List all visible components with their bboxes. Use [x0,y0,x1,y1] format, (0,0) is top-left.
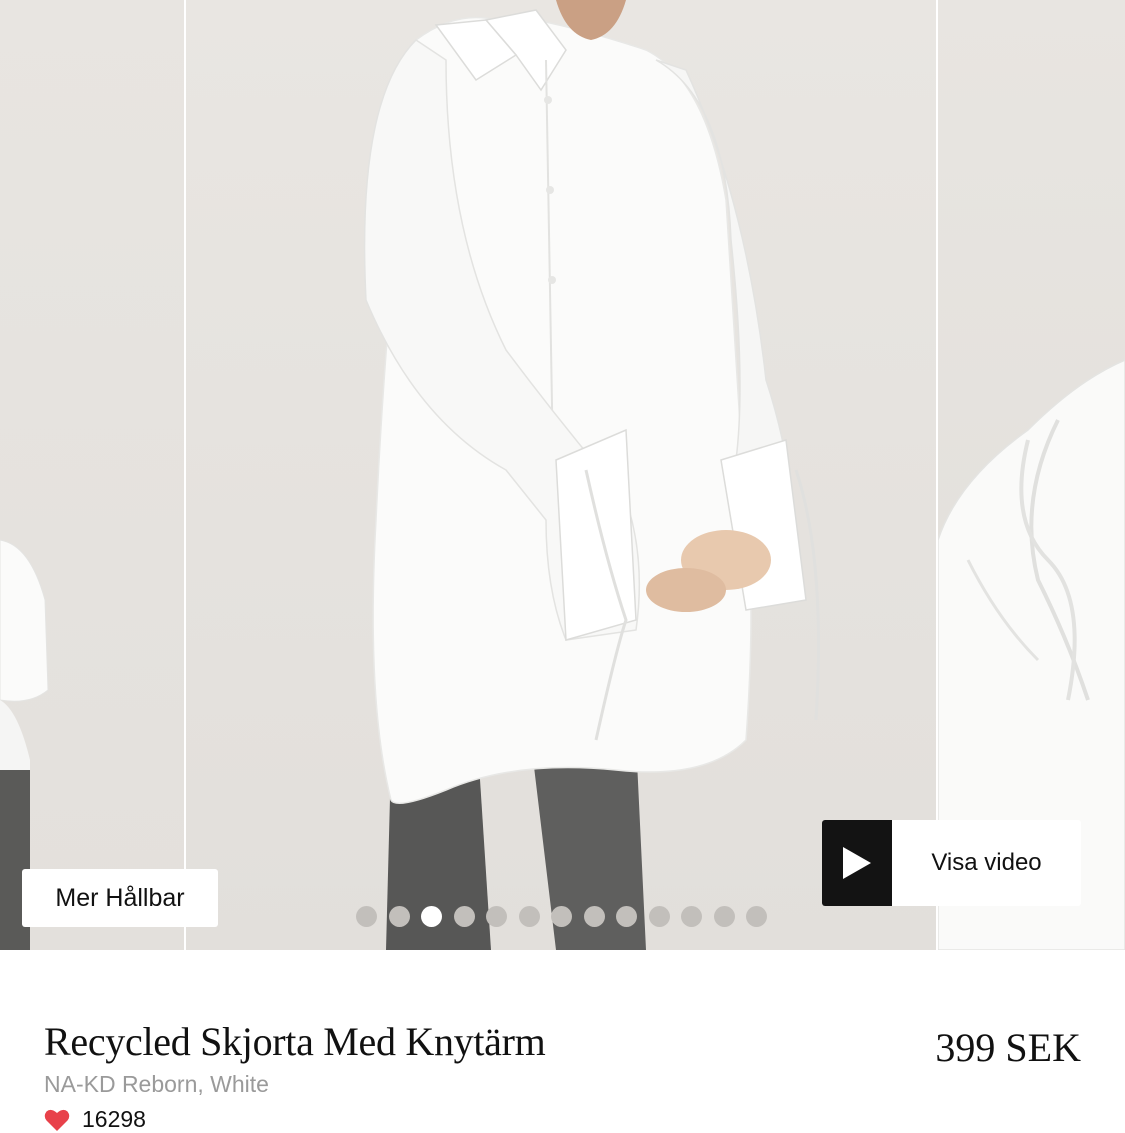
product-price: 399 SEK [935,1025,1081,1070]
play-icon [822,820,892,906]
pagination-dot[interactable] [551,906,572,927]
wishlist-likes[interactable]: 16298 [44,1106,146,1133]
product-image-gallery[interactable]: Mer Hållbar Visa video [0,0,1125,950]
gallery-image-current[interactable] [186,0,936,950]
pagination-dot[interactable] [518,906,540,927]
pagination-dot[interactable] [648,906,670,927]
pagination-dot[interactable] [616,906,637,927]
pagination-dot[interactable] [713,906,735,927]
gallery-image-next[interactable] [938,0,1125,950]
pagination-dot[interactable] [583,906,605,927]
product-photo-previous [0,539,49,950]
gallery-pagination[interactable] [356,906,767,927]
sustainability-badge-label: Mer Hållbar [55,883,185,912]
pagination-dot[interactable] [356,906,377,927]
watch-video-button[interactable]: Visa video [822,820,1081,906]
gallery-image-previous[interactable] [0,0,184,950]
product-brand-color[interactable]: NA-KD Reborn, White [44,1071,269,1098]
pagination-dot[interactable] [486,906,507,927]
pagination-dot[interactable] [746,906,767,927]
watch-video-label: Visa video [931,849,1042,876]
product-photo-next [938,359,1125,950]
pagination-dot[interactable] [388,906,410,927]
pagination-dot[interactable] [453,906,475,927]
heart-icon[interactable] [44,1108,70,1132]
product-title: Recycled Skjorta Med Knytärm [44,1019,546,1064]
pagination-dot-active[interactable] [421,906,442,927]
likes-count: 16298 [82,1106,146,1132]
product-photo-main [363,0,820,950]
sustainability-badge[interactable]: Mer Hållbar [22,869,218,927]
pagination-dot[interactable] [681,906,702,927]
